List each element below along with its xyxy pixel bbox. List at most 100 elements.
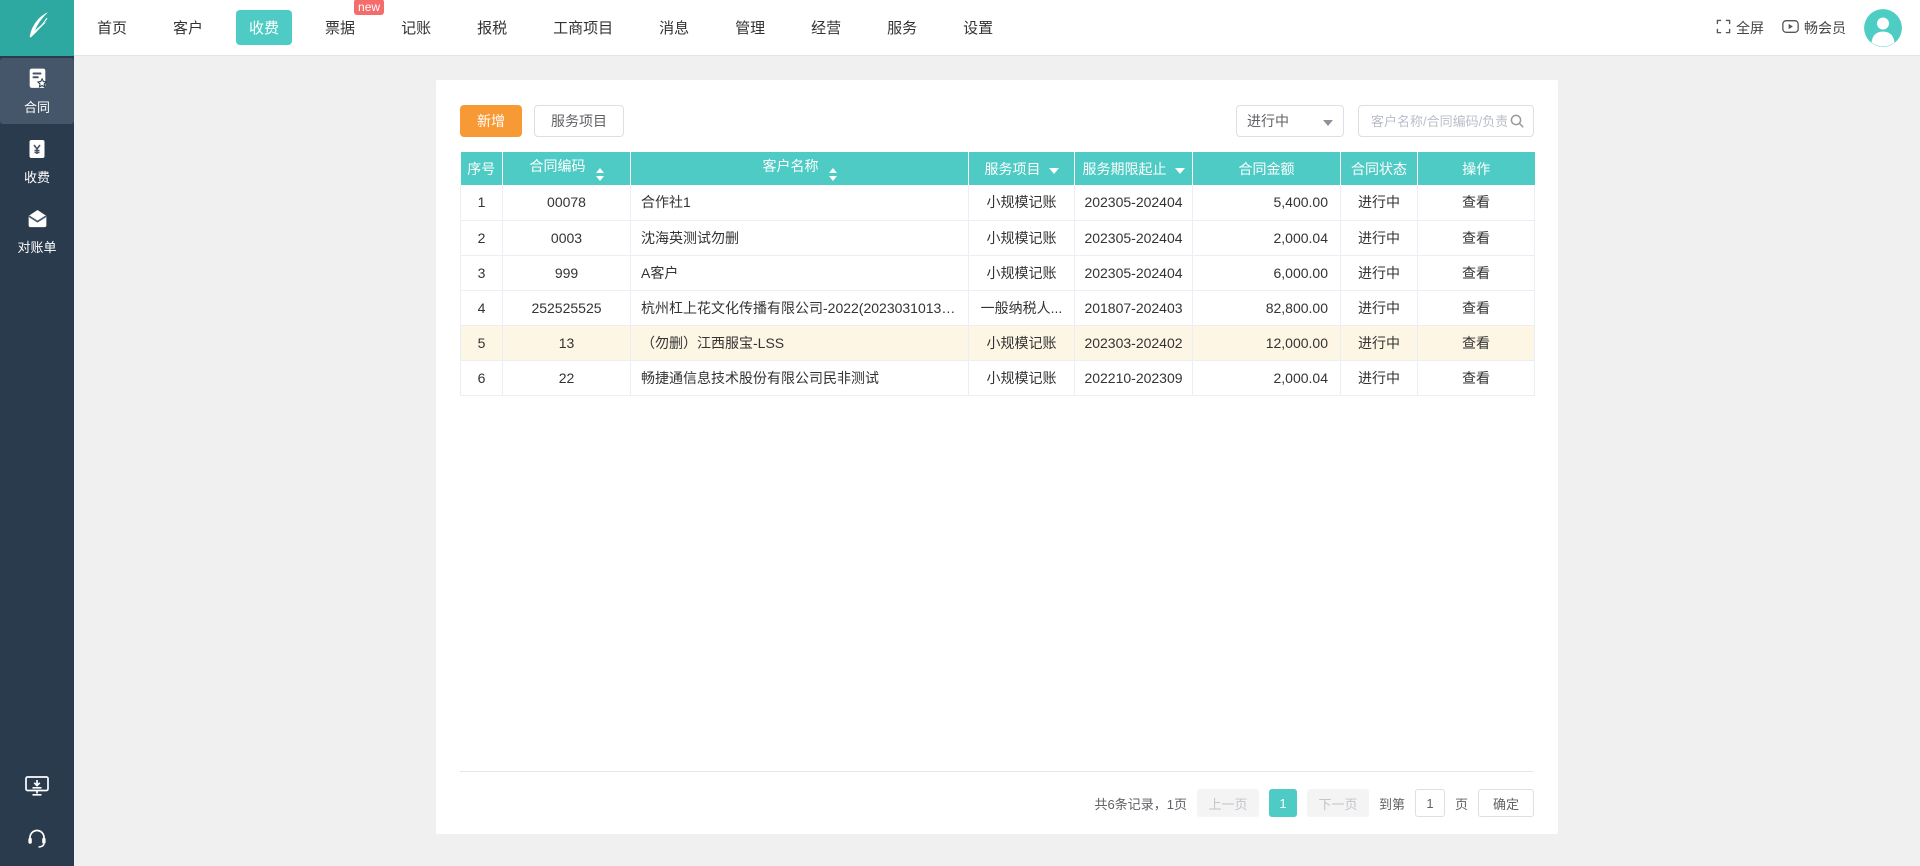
contract-list-card: 新增 服务项目 进行中 客户名称/合同编码/负责人 序号 合同编码 客户名称 服… bbox=[436, 80, 1558, 834]
col-header-label: 合同金额 bbox=[1238, 160, 1295, 177]
prev-page-button[interactable]: 上一页 bbox=[1196, 789, 1259, 817]
sidebar-item-statement[interactable]: 对账单 bbox=[0, 198, 74, 264]
page-number-button[interactable]: 1 bbox=[1268, 789, 1297, 817]
cell-status: 进行中 bbox=[1340, 185, 1418, 221]
cell-code: 252525525 bbox=[502, 290, 631, 326]
sidebar-item-fee[interactable]: 收费 bbox=[0, 128, 74, 194]
main-content: 新增 服务项目 进行中 客户名称/合同编码/负责人 序号 合同编码 客户名称 服… bbox=[74, 56, 1920, 866]
fullscreen-label: 全屏 bbox=[1736, 19, 1764, 36]
cell-action: 查看 bbox=[1417, 220, 1535, 256]
col-header-amount: 合同金额 bbox=[1192, 152, 1341, 185]
cell-amount: 6,000.00 bbox=[1192, 255, 1341, 291]
status-filter-select[interactable]: 进行中 bbox=[1236, 105, 1344, 137]
col-header-label: 服务项目 bbox=[984, 160, 1041, 177]
list-toolbar: 新增 服务项目 进行中 bbox=[436, 80, 1558, 152]
view-link[interactable]: 查看 bbox=[1462, 300, 1490, 316]
col-header-period[interactable]: 服务期限起止 bbox=[1074, 152, 1193, 185]
cell-code: 22 bbox=[502, 360, 631, 396]
nav-item-home[interactable]: 首页 bbox=[84, 10, 140, 45]
table-row: 1 00078 合作社1 小规模记账 202305-202404 5,400.00 进行中 查… bbox=[460, 185, 1535, 221]
cell-status: 进行中 bbox=[1340, 360, 1418, 396]
cell-code: 0003 bbox=[502, 220, 631, 256]
new-badge: new bbox=[354, 0, 385, 15]
nav-item-bookkeeping[interactable]: 记账 bbox=[388, 10, 444, 45]
avatar[interactable] bbox=[1864, 8, 1902, 47]
sidebar-bottom-tools bbox=[0, 774, 74, 850]
cell-period: 202305-202404 bbox=[1074, 185, 1193, 221]
filter-caret-icon bbox=[1048, 167, 1059, 174]
nav-item-settings[interactable]: 设置 bbox=[950, 10, 1006, 45]
cell-action: 查看 bbox=[1417, 360, 1535, 396]
nav-item-management[interactable]: 管理 bbox=[722, 10, 778, 45]
record-summary: 共6条记录，1页 bbox=[1094, 796, 1187, 812]
cell-seq: 6 bbox=[460, 360, 503, 396]
pagination-bar: 共6条记录，1页 上一页 1 下一页 到第 页 确定 bbox=[460, 772, 1534, 834]
download-client-button[interactable] bbox=[24, 774, 50, 798]
nav-item-label: 消息 bbox=[659, 20, 690, 37]
nav-item-fee[interactable]: 收费 bbox=[236, 10, 293, 45]
nav-item-label: 经营 bbox=[811, 20, 842, 37]
cell-seq: 2 bbox=[460, 220, 503, 256]
search-icon[interactable] bbox=[1509, 113, 1525, 129]
nav-item-message[interactable]: 消息 bbox=[646, 10, 702, 45]
nav-item-invoice[interactable]: 票据 new bbox=[312, 0, 385, 45]
goto-page-suffix: 页 bbox=[1454, 796, 1468, 812]
col-header-label: 操作 bbox=[1462, 160, 1491, 177]
sort-icon bbox=[828, 168, 837, 181]
customer-service-button[interactable] bbox=[25, 826, 49, 850]
service-items-button[interactable]: 服务项目 bbox=[534, 105, 624, 137]
user-avatar-icon bbox=[1864, 8, 1902, 47]
fullscreen-button[interactable]: 全屏 bbox=[1716, 18, 1764, 38]
cell-service: 一般纳税人... bbox=[968, 290, 1075, 326]
add-button[interactable]: 新增 bbox=[460, 105, 522, 137]
nav-item-label: 设置 bbox=[963, 20, 994, 37]
table-row: 6 22 畅捷通信息技术股份有限公司民非测试 小规模记账 202210-202309 2,… bbox=[460, 360, 1535, 396]
cell-period: 202303-202402 bbox=[1074, 325, 1193, 361]
cell-status: 进行中 bbox=[1340, 325, 1418, 361]
app-logo[interactable] bbox=[0, 0, 74, 56]
table-body: 1 00078 合作社1 小规模记账 202305-202404 5,400.00 进行中查… bbox=[460, 185, 1535, 396]
view-link[interactable]: 查看 bbox=[1462, 370, 1490, 386]
view-link[interactable]: 查看 bbox=[1462, 335, 1490, 351]
nav-item-label: 工商项目 bbox=[553, 20, 614, 37]
col-header-code[interactable]: 合同编码 bbox=[502, 152, 631, 185]
nav-item-business-project[interactable]: 工商项目 bbox=[540, 10, 626, 45]
nav-right-tools: 全屏 畅会员 bbox=[1716, 8, 1920, 47]
cell-customer: A客户 bbox=[630, 255, 969, 291]
goto-confirm-button[interactable]: 确定 bbox=[1477, 789, 1534, 817]
customer-service-icon bbox=[25, 826, 49, 850]
goto-page-input[interactable] bbox=[1414, 789, 1445, 817]
view-link[interactable]: 查看 bbox=[1462, 194, 1490, 210]
view-link[interactable]: 查看 bbox=[1462, 230, 1490, 246]
col-header-seq: 序号 bbox=[460, 152, 503, 185]
cell-seq: 1 bbox=[460, 185, 503, 221]
top-menu: 首页 客户 收费 票据 new 记账 报税 工商项目 消息 管理 经营 服务 设置 bbox=[84, 0, 1006, 45]
cell-service: 小规模记账 bbox=[968, 325, 1075, 361]
cell-amount: 12,000.00 bbox=[1192, 325, 1341, 361]
col-header-service[interactable]: 服务项目 bbox=[968, 152, 1075, 185]
nav-item-customer[interactable]: 客户 bbox=[160, 10, 216, 45]
nav-item-tax[interactable]: 报税 bbox=[464, 10, 520, 45]
cell-customer: 畅捷通信息技术股份有限公司民非测试 bbox=[630, 360, 969, 396]
nav-item-label: 记账 bbox=[401, 20, 432, 37]
sort-icon bbox=[595, 168, 604, 181]
table-row: 3 999 A客户 小规模记账 202305-202404 6,000.00 进行中 查看 bbox=[460, 255, 1535, 291]
col-header-label: 客户名称 bbox=[762, 158, 819, 174]
search-input[interactable] bbox=[1369, 112, 1509, 130]
nav-item-operation[interactable]: 经营 bbox=[798, 10, 854, 45]
sidebar-menu: 合同 收费 对账单 bbox=[0, 58, 74, 264]
cell-seq: 4 bbox=[460, 290, 503, 326]
cell-customer: 沈海英测试勿删 bbox=[630, 220, 969, 256]
col-header-customer[interactable]: 客户名称 bbox=[630, 152, 969, 185]
nav-item-label: 服务 bbox=[887, 20, 918, 37]
col-header-label: 合同状态 bbox=[1351, 160, 1407, 177]
cell-status: 进行中 bbox=[1340, 220, 1418, 256]
sidebar-item-label: 对账单 bbox=[17, 240, 57, 255]
nav-item-service[interactable]: 服务 bbox=[874, 10, 930, 45]
next-page-button[interactable]: 下一页 bbox=[1306, 789, 1369, 817]
view-link[interactable]: 查看 bbox=[1462, 265, 1490, 281]
member-button[interactable]: 畅会员 bbox=[1782, 18, 1846, 38]
filter-caret-icon bbox=[1174, 167, 1185, 174]
sidebar-item-contract[interactable]: 合同 bbox=[0, 58, 74, 124]
cell-code: 13 bbox=[502, 325, 631, 361]
